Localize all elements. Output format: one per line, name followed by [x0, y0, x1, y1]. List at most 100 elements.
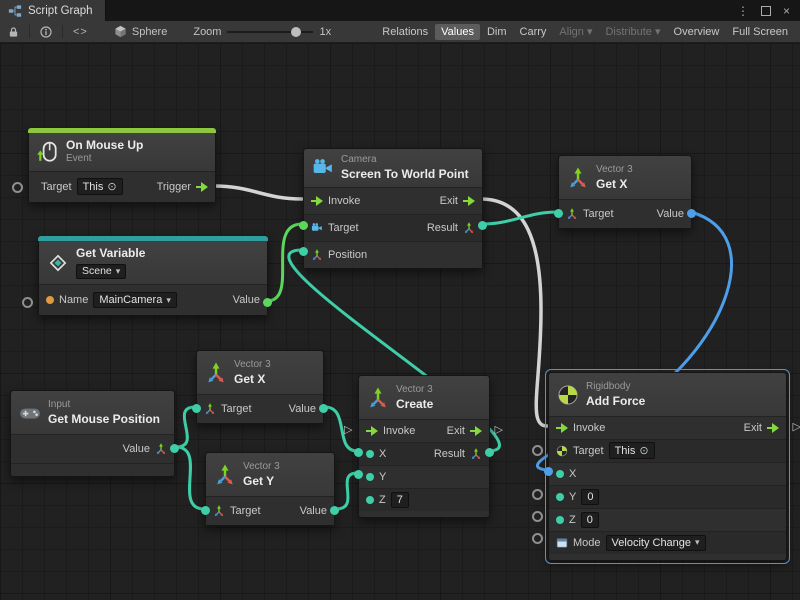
port-result-connected[interactable] [485, 448, 494, 457]
values-button[interactable]: Values [435, 24, 480, 40]
inspector-toggle-icon[interactable]: <> [69, 26, 92, 38]
node-get-x-top[interactable]: Vector 3 Get X Target Value [558, 155, 692, 229]
port-position-connected[interactable] [299, 247, 308, 256]
target-object-field[interactable]: This ⊙ [77, 178, 123, 195]
relations-button[interactable]: Relations [376, 24, 434, 40]
port-target-unconnected[interactable] [532, 445, 543, 456]
zoom-slider[interactable] [227, 25, 313, 39]
variable-scope-dropdown[interactable]: Scene ▾ [76, 264, 126, 279]
node-screen-to-world-point[interactable]: Camera Screen To World Point Invoke Exit… [303, 148, 483, 269]
vector3-port-icon [311, 249, 323, 261]
port-name-unconnected[interactable] [22, 297, 33, 308]
port-label-y: Y [379, 471, 386, 483]
port-exit-unconnected[interactable]: ▷ [793, 422, 800, 433]
port-label-exit: Exit [440, 195, 458, 207]
graph-object-button[interactable]: Sphere [108, 24, 173, 39]
port-value-connected[interactable] [687, 209, 696, 218]
port-value-connected[interactable] [170, 444, 179, 453]
node-vector3-create[interactable]: Vector 3 Create Invoke Exit X Result Y Z… [358, 375, 490, 518]
port-name-string[interactable] [46, 296, 54, 304]
zoom-slider-knob[interactable] [291, 27, 301, 37]
port-invoke-unconnected[interactable]: ▷ [344, 425, 352, 436]
node-get-x-mid[interactable]: Vector 3 Get X Target Value [196, 350, 324, 424]
overview-button[interactable]: Overview [668, 24, 726, 40]
vector3-port-icon [463, 222, 475, 234]
port-x-float[interactable] [366, 450, 374, 458]
close-icon[interactable]: × [783, 4, 790, 18]
input-icon [19, 402, 41, 424]
port-x-connected[interactable] [544, 467, 553, 476]
tab-script-graph[interactable]: Script Graph [0, 0, 106, 21]
flow-in-arrow-icon[interactable] [311, 196, 323, 206]
node-on-mouse-up[interactable]: On Mouse Up Event Target This ⊙ Trigger [28, 128, 216, 203]
full-screen-button[interactable]: Full Screen [726, 24, 794, 40]
port-label-exit: Exit [744, 422, 762, 434]
port-label-z: Z [379, 494, 386, 506]
node-category: Input [48, 399, 160, 412]
port-exit-unconnected[interactable]: ▷ [495, 425, 503, 436]
distribute-button[interactable]: Distribute ▾ [599, 23, 666, 40]
graph-toolbar: <> Sphere Zoom 1x Relations Values Dim C… [0, 21, 800, 43]
node-footer [359, 511, 489, 517]
maximize-icon[interactable] [761, 6, 771, 16]
port-z-float[interactable] [556, 516, 564, 524]
flow-arrow-icon[interactable] [196, 182, 208, 192]
y-value-field[interactable]: 0 [581, 489, 599, 505]
port-label-target: Target [583, 208, 614, 220]
variable-icon [47, 252, 69, 274]
node-get-y[interactable]: Vector 3 Get Y Target Value [205, 452, 335, 526]
align-button[interactable]: Align ▾ [553, 23, 598, 40]
node-title: Screen To World Point [341, 167, 469, 182]
script-graph-icon [8, 4, 22, 18]
vector3-port-icon [470, 448, 482, 460]
flow-out-arrow-icon[interactable] [463, 196, 475, 206]
mode-dropdown[interactable]: Velocity Change ▾ [606, 535, 706, 551]
node-category: Vector 3 [243, 461, 280, 474]
node-get-variable[interactable]: Get Variable Scene ▾ Name MainCamera ▾ V… [38, 236, 268, 316]
port-label-target: Target [573, 445, 604, 457]
node-get-mouse-position[interactable]: Input Get Mouse Position Value [10, 390, 175, 477]
port-label-invoke: Invoke [383, 425, 415, 437]
flow-out-arrow-icon[interactable] [470, 426, 482, 436]
port-target-connected[interactable] [192, 404, 201, 413]
port-z-float[interactable] [366, 496, 374, 504]
port-label-target: Target [328, 222, 359, 234]
port-result-connected[interactable] [478, 221, 487, 230]
port-y-connected[interactable] [354, 470, 363, 479]
port-z-unconnected[interactable] [532, 511, 543, 522]
node-category: Vector 3 [234, 359, 271, 372]
vector3-icon [567, 167, 589, 189]
node-title: Get Mouse Position [48, 412, 160, 427]
z-value: 7 [397, 494, 403, 506]
port-target-unconnected[interactable] [12, 182, 23, 193]
port-value-connected[interactable] [330, 506, 339, 515]
port-x-float[interactable] [556, 470, 564, 478]
port-label-x: X [569, 468, 576, 480]
z-value-field[interactable]: 0 [581, 512, 599, 528]
node-add-force[interactable]: Rigidbody Add Force Invoke Exit Target T… [548, 372, 787, 561]
port-mode-unconnected[interactable] [532, 533, 543, 544]
info-icon[interactable] [36, 26, 56, 38]
node-title: On Mouse Up [66, 138, 143, 153]
lock-icon[interactable] [4, 26, 23, 38]
port-target-connected[interactable] [554, 209, 563, 218]
target-object-field[interactable]: This ⊙ [609, 442, 655, 459]
flow-in-arrow-icon[interactable] [366, 426, 378, 436]
port-label-invoke: Invoke [328, 195, 360, 207]
z-value-field[interactable]: 7 [391, 492, 409, 508]
carry-button[interactable]: Carry [514, 24, 553, 40]
flow-in-arrow-icon[interactable] [556, 423, 568, 433]
port-value-connected[interactable] [263, 298, 272, 307]
port-y-float[interactable] [366, 473, 374, 481]
flow-out-arrow-icon[interactable] [767, 423, 779, 433]
port-y-unconnected[interactable] [532, 489, 543, 500]
variable-name-dropdown[interactable]: MainCamera ▾ [93, 292, 177, 308]
port-target-connected[interactable] [299, 221, 308, 230]
menu-icon[interactable]: ⋮ [737, 4, 749, 18]
port-y-float[interactable] [556, 493, 564, 501]
node-category: Vector 3 [396, 384, 433, 397]
port-x-connected[interactable] [354, 448, 363, 457]
dim-button[interactable]: Dim [481, 24, 513, 40]
port-value-connected[interactable] [319, 404, 328, 413]
port-target-connected[interactable] [201, 506, 210, 515]
